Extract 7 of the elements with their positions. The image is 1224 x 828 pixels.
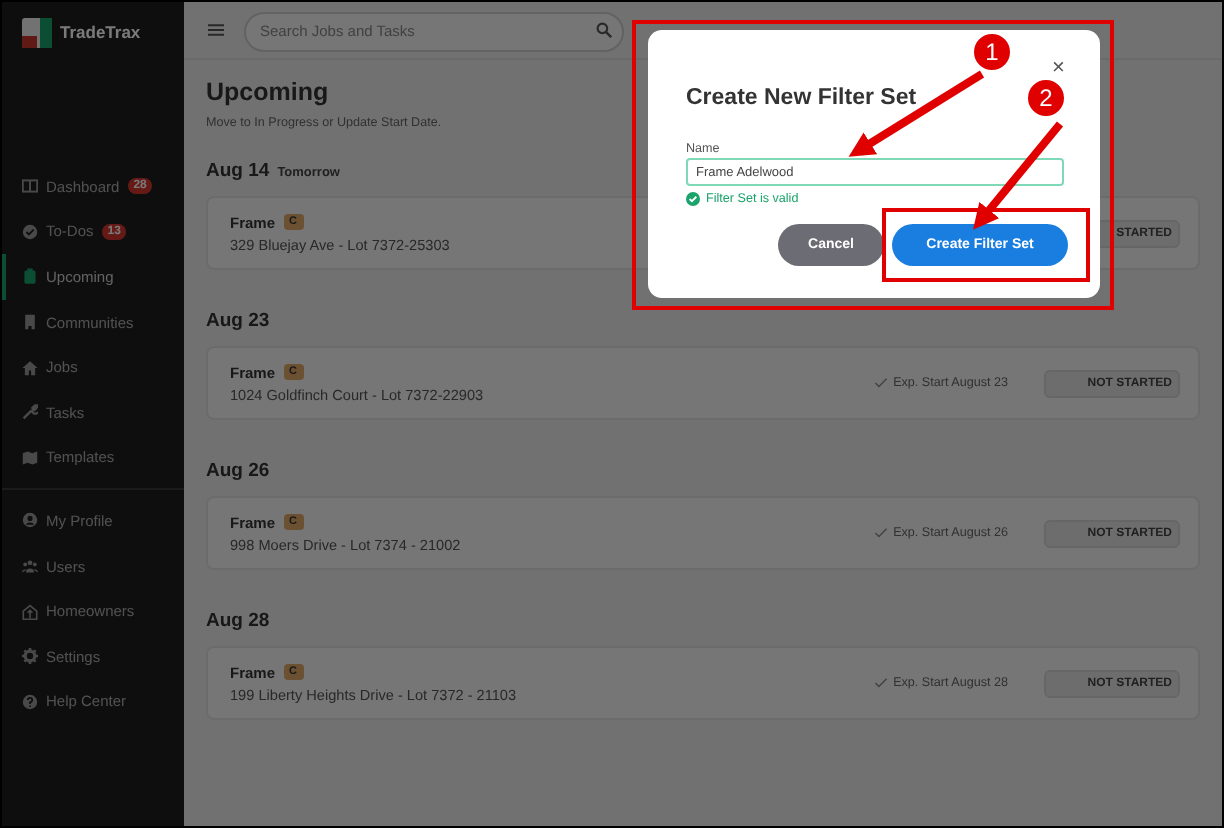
date-heading: Aug 23 xyxy=(206,310,270,332)
date-heading: Aug 28 xyxy=(206,610,270,632)
date-heading: Aug 14 xyxy=(206,160,270,182)
date-heading: Aug 26 xyxy=(206,460,270,482)
page-title: Upcoming xyxy=(206,78,329,106)
dialog-title: Create New Filter Set xyxy=(686,86,917,110)
logo-text: TradeTrax xyxy=(60,22,141,42)
